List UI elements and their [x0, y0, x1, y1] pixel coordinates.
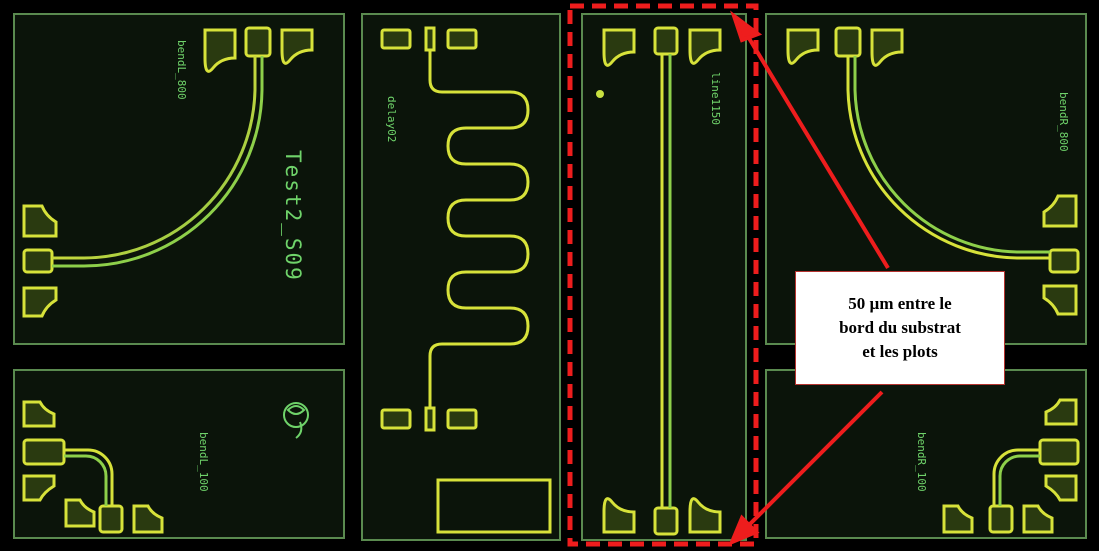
chip-micrograph: bendL_800 Test2_S09 bendL_100 delay02 li… [0, 0, 1099, 551]
label-line: line1150 [709, 72, 722, 125]
label-bend-r800: bendR_800 [1057, 92, 1070, 152]
label-delay: delay02 [385, 96, 398, 142]
callout-line-2: bord du substrat [839, 318, 961, 337]
callout-line-1: 50 µm entre le [848, 294, 952, 313]
label-bend-l100: bendL_100 [197, 432, 210, 492]
annotation-callout: 50 µm entre le bord du substrat et les p… [795, 271, 1005, 385]
callout-line-3: et les plots [862, 342, 938, 361]
label-bend-r100: bendR_100 [915, 432, 928, 492]
label-test-name: Test2_S09 [281, 150, 305, 282]
label-bend-l800: bendL_800 [175, 40, 188, 100]
